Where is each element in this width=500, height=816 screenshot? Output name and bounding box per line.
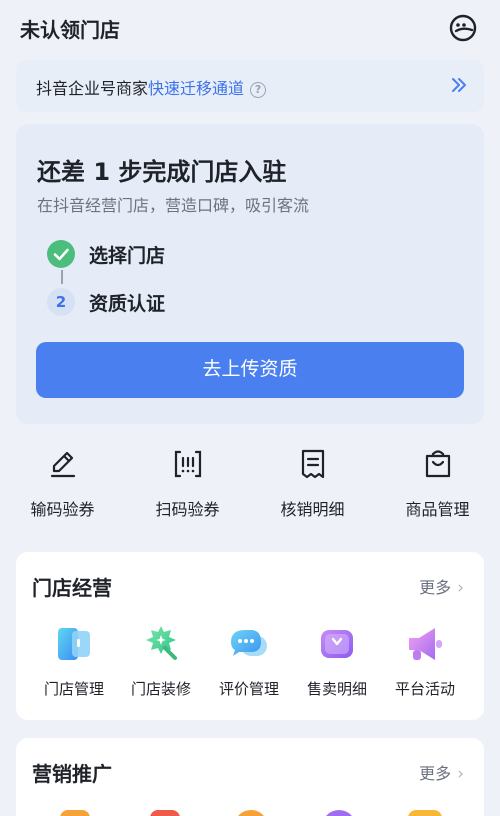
- store-item-label: 门店装修: [130, 680, 191, 698]
- store-item-decor[interactable]: 门店装修: [117, 622, 205, 699]
- double-chevron-right-icon[interactable]: [448, 74, 470, 96]
- more-link[interactable]: 更多 ›: [419, 760, 464, 784]
- onboarding-card: 还差 1 步完成门店入驻 在抖音经营门店，营造口碑，吸引客流 选择门店 2 资质…: [16, 124, 484, 424]
- upload-qualification-button[interactable]: 去上传资质: [36, 342, 464, 398]
- onboarding-subtitle: 在抖音经营门店，营造口碑，吸引客流: [37, 196, 310, 215]
- tool-enter-code[interactable]: 输码验券: [0, 446, 125, 526]
- marketing-icon[interactable]: [60, 810, 90, 816]
- store-manage-icon: [58, 628, 90, 660]
- scan-icon: [174, 450, 201, 478]
- step-qualification: 资质认证: [89, 293, 166, 315]
- tool-product-manage[interactable]: 商品管理: [375, 446, 500, 526]
- more-label: 更多: [419, 578, 452, 597]
- receipt-icon: [301, 449, 324, 479]
- migrate-banner-label: 抖音企业号商家: [36, 79, 149, 98]
- tool-label: 扫码验券: [155, 500, 220, 519]
- store-item-activity[interactable]: 平台活动: [381, 622, 469, 699]
- store-operations-card: 门店经营 更多 › 门店管理 门店装修 评价管理 售卖明细 平台活动: [16, 552, 484, 720]
- face-icon[interactable]: [448, 13, 478, 43]
- step-connector: [61, 270, 63, 284]
- store-decor-icon: [146, 626, 177, 660]
- sales-detail-icon: [321, 630, 353, 658]
- step-select-store: 选择门店: [89, 245, 166, 267]
- store-item-label: 门店管理: [43, 680, 104, 698]
- review-icon: [231, 630, 267, 656]
- marketing-icon[interactable]: [408, 810, 442, 816]
- marketing-icon[interactable]: [150, 810, 180, 816]
- store-item-sales[interactable]: 售卖明细: [293, 622, 381, 699]
- store-item-label: 评价管理: [218, 680, 279, 698]
- section-title: 门店经营: [32, 576, 112, 600]
- store-item-label: 售卖明细: [306, 680, 367, 698]
- chevron-right-icon: ›: [457, 578, 464, 598]
- section-title: 营销推广: [32, 762, 112, 786]
- tool-label: 核销明细: [280, 500, 345, 519]
- migrate-banner[interactable]: 抖音企业号商家快速迁移通道?: [16, 60, 484, 112]
- marketing-icon[interactable]: [234, 810, 268, 816]
- onboarding-title: 还差 1 步完成门店入驻: [37, 158, 287, 186]
- marketing-card: 营销推广 更多 ›: [16, 738, 484, 816]
- help-icon[interactable]: ?: [250, 82, 267, 98]
- tool-redemption-detail[interactable]: 核销明细: [250, 446, 375, 526]
- tool-scan-code[interactable]: 扫码验券: [125, 446, 250, 526]
- tool-label: 商品管理: [405, 500, 470, 519]
- migrate-link[interactable]: 快速迁移通道: [148, 79, 244, 98]
- check-icon: [47, 240, 75, 268]
- shopping-bag-icon: [425, 450, 450, 478]
- store-item-manage[interactable]: 门店管理: [30, 622, 118, 699]
- step-number-badge: 2: [47, 288, 75, 316]
- page-title: 未认领门店: [20, 18, 120, 42]
- more-label: 更多: [419, 764, 452, 783]
- more-link[interactable]: 更多 ›: [419, 574, 464, 598]
- store-item-label: 平台活动: [394, 680, 455, 698]
- store-item-review[interactable]: 评价管理: [205, 622, 293, 699]
- platform-activity-icon: [409, 628, 442, 660]
- migrate-banner-text: 抖音企业号商家快速迁移通道?: [36, 75, 267, 99]
- pencil-icon: [50, 451, 75, 478]
- chevron-right-icon: ›: [457, 764, 464, 784]
- tool-label: 输码验券: [30, 500, 95, 519]
- marketing-icon[interactable]: [322, 810, 356, 816]
